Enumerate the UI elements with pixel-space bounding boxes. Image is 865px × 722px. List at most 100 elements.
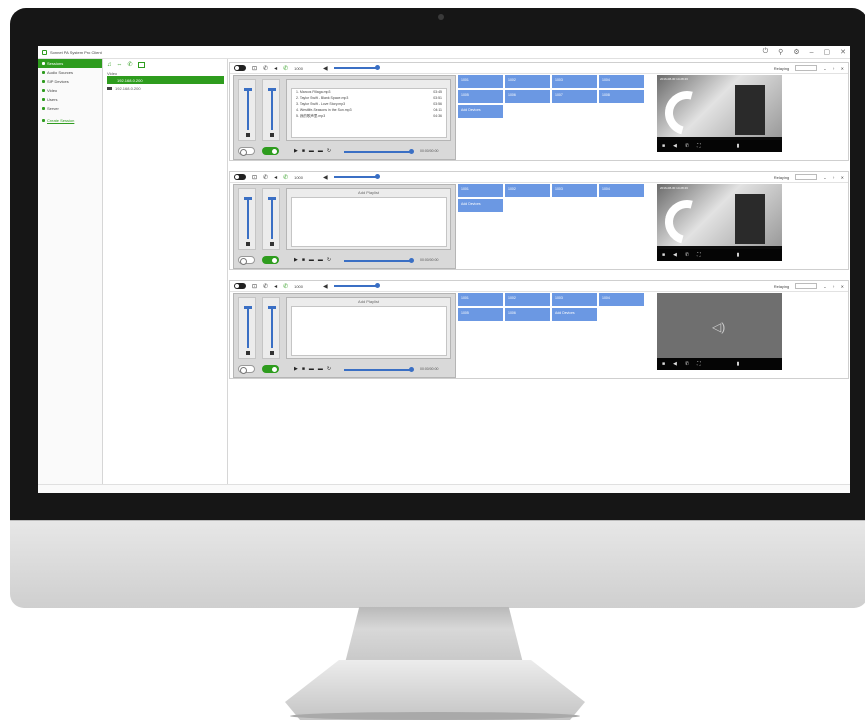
seek-slider[interactable] — [344, 258, 414, 263]
tree-item-selected[interactable]: 192.168.0.200 — [107, 76, 224, 84]
call-icon[interactable]: ✆ — [685, 143, 689, 149]
repeat-icon[interactable]: ↻ — [327, 257, 331, 263]
snapshot-icon[interactable]: ▮ — [737, 143, 740, 149]
device-tile[interactable]: 1001 — [458, 293, 503, 306]
stop-video-icon[interactable]: ■ — [662, 143, 665, 149]
snapshot-icon[interactable]: ▮ — [737, 252, 740, 258]
volume-slider[interactable] — [333, 283, 380, 288]
settings-gear-icon[interactable]: ⚙ — [793, 48, 799, 56]
session-select[interactable] — [795, 65, 818, 71]
fullscreen-icon[interactable]: ⛶ — [697, 252, 701, 258]
close-button[interactable]: ✕ — [840, 48, 846, 56]
call-icon[interactable]: ✆ — [263, 283, 268, 290]
call-icon[interactable]: ✆ — [263, 174, 268, 181]
call-icon[interactable]: ✆ — [685, 252, 689, 258]
add-devices-button[interactable]: Add Devices — [458, 105, 503, 118]
pin-icon[interactable]: ↑ — [833, 175, 835, 180]
pin-icon[interactable]: ↑ — [833, 66, 835, 71]
fader-knob[interactable] — [268, 306, 276, 309]
device-tile[interactable]: 1003 — [552, 184, 597, 197]
device-tile[interactable]: 1004 — [599, 293, 644, 306]
fader-mic[interactable] — [238, 79, 256, 141]
device-tile[interactable]: 1003 — [552, 75, 597, 88]
create-session-link[interactable]: Create Session — [38, 116, 102, 125]
session-select[interactable] — [795, 283, 818, 289]
stop-icon[interactable]: ■ — [302, 366, 305, 372]
snapshot-icon[interactable]: ▮ — [737, 361, 740, 367]
fader-knob[interactable] — [244, 306, 252, 309]
horizontal-scrollbar[interactable] — [38, 484, 850, 493]
prev-icon[interactable]: ▬ — [309, 148, 314, 154]
stop-icon[interactable]: ■ — [302, 148, 305, 154]
playlist-title[interactable]: Add Playlist — [287, 298, 450, 305]
session-select[interactable] — [795, 174, 818, 180]
device-tile[interactable]: 1006 — [505, 90, 550, 103]
chevron-down-icon[interactable]: ⌄ — [823, 284, 826, 289]
device-tile[interactable]: 1001 — [458, 75, 503, 88]
play-icon[interactable]: ▶ — [294, 366, 298, 372]
device-tile[interactable]: 1007 — [552, 90, 597, 103]
fader-knob[interactable] — [244, 88, 252, 91]
speaker-icon[interactable]: ◂ — [274, 65, 277, 72]
device-tile[interactable]: 1002 — [505, 184, 550, 197]
playlist-title[interactable]: Add Playlist — [287, 189, 450, 196]
stop-video-icon[interactable]: ■ — [662, 361, 665, 367]
record-icon[interactable]: ⊡ — [252, 283, 257, 290]
session-toggle[interactable] — [234, 65, 246, 71]
volume-icon[interactable]: ◀ — [673, 143, 677, 149]
device-tile[interactable]: 1001 — [458, 184, 503, 197]
close-icon[interactable]: ✕ — [841, 175, 844, 180]
close-icon[interactable]: ✕ — [841, 284, 844, 289]
tree-item-camera[interactable]: 192.168.0.200 — [103, 84, 227, 93]
music-toggle[interactable] — [262, 147, 279, 155]
phone-icon[interactable]: ✆ — [128, 61, 133, 68]
next-icon[interactable]: ▬ — [318, 366, 323, 372]
stop-video-icon[interactable]: ■ — [662, 252, 665, 258]
speaker-icon[interactable]: ◂ — [274, 283, 277, 290]
play-icon[interactable]: ▶ — [294, 257, 298, 263]
volume-slider[interactable] — [333, 174, 380, 179]
fader-music[interactable] — [262, 297, 280, 359]
fader-mic[interactable] — [238, 297, 256, 359]
device-tile[interactable]: 1003 — [552, 293, 597, 306]
power-icon[interactable]: ⏻ — [763, 48, 769, 56]
mic-toggle[interactable] — [238, 365, 255, 374]
fader-music[interactable] — [262, 188, 280, 250]
mic-toggle[interactable] — [238, 147, 255, 156]
link-icon[interactable]: ⇔ — [117, 62, 123, 68]
close-icon[interactable]: ✕ — [841, 66, 844, 71]
fader-mic[interactable] — [238, 188, 256, 250]
session-toggle[interactable] — [234, 174, 246, 180]
call-icon[interactable]: ✆ — [685, 361, 689, 367]
chevron-down-icon[interactable]: ⌄ — [823, 66, 826, 71]
fullscreen-icon[interactable]: ⛶ — [697, 361, 701, 367]
prev-icon[interactable]: ▬ — [309, 257, 314, 263]
volume-icon[interactable]: ◀ — [673, 252, 677, 258]
mic-toggle[interactable] — [238, 256, 255, 265]
music-note-icon[interactable]: ♫ — [107, 62, 112, 68]
list-item[interactable]: 5. 我的歌声里.mp3 04:36 — [292, 113, 446, 119]
fader-knob[interactable] — [268, 88, 276, 91]
device-tile[interactable]: 1002 — [505, 293, 550, 306]
device-tile[interactable]: 1002 — [505, 75, 550, 88]
speaker-icon[interactable]: ◂ — [274, 174, 277, 181]
record-icon[interactable]: ⊡ — [252, 65, 257, 72]
play-icon[interactable]: ▶ — [294, 148, 298, 154]
add-devices-button[interactable]: Add Devices — [458, 199, 503, 212]
nav-item-sip-devices[interactable]: SIP Devices — [38, 77, 102, 86]
device-tile[interactable]: 1005 — [458, 308, 503, 321]
device-tile[interactable]: 1004 — [599, 184, 644, 197]
search-icon[interactable]: ⚲ — [778, 48, 783, 56]
nav-item-users[interactable]: Users — [38, 95, 102, 104]
next-icon[interactable]: ▬ — [318, 148, 323, 154]
nav-item-audio-sources[interactable]: Audio Sources — [38, 68, 102, 77]
minimize-button[interactable]: – — [810, 49, 814, 56]
music-toggle[interactable] — [262, 256, 279, 264]
device-tile[interactable]: 1006 — [505, 308, 550, 321]
seek-slider[interactable] — [344, 149, 414, 154]
session-toggle[interactable] — [234, 283, 246, 289]
nav-item-video[interactable]: Video — [38, 86, 102, 95]
next-icon[interactable]: ▬ — [318, 257, 323, 263]
fader-music[interactable] — [262, 79, 280, 141]
volume-icon[interactable]: ◀ — [673, 361, 677, 367]
